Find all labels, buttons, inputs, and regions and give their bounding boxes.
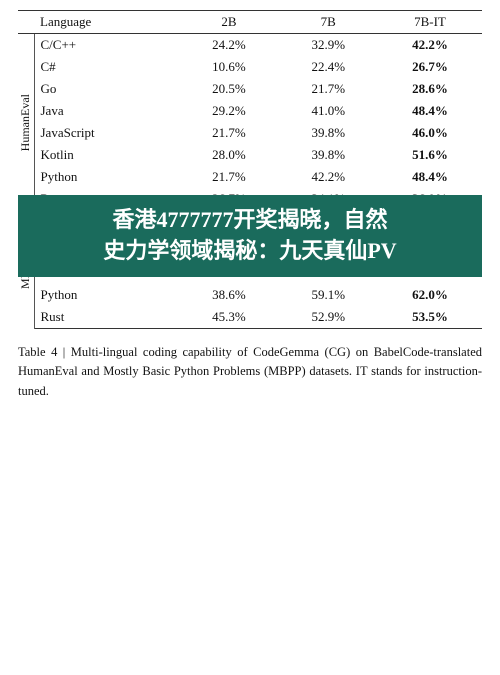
table-row: Java29.2%41.0%48.4% bbox=[18, 100, 482, 122]
advertisement-banner: 香港4777777开奖揭晓，自然 史力学领域揭秘：九天真仙PV bbox=[18, 195, 482, 277]
corner-empty bbox=[18, 11, 34, 34]
cell-7b: 39.8% bbox=[279, 144, 378, 166]
cell-7bit: 42.2% bbox=[378, 34, 482, 57]
cell-7bit: 28.6% bbox=[378, 78, 482, 100]
banner-line2: 史力学领域揭秘：九天真仙PV bbox=[30, 236, 470, 267]
cell-2b: 21.7% bbox=[179, 122, 278, 144]
cell-7bit: 53.5% bbox=[378, 306, 482, 329]
cell-2b: 10.6% bbox=[179, 56, 278, 78]
cell-language: C/C++ bbox=[34, 34, 179, 57]
cell-2b: 29.2% bbox=[179, 100, 278, 122]
cell-language: JavaScript bbox=[34, 122, 179, 144]
cell-2b: 20.5% bbox=[179, 78, 278, 100]
cell-2b: 21.7% bbox=[179, 166, 278, 188]
cell-language: Python bbox=[34, 166, 179, 188]
cell-language: Kotlin bbox=[34, 144, 179, 166]
cell-language: Rust bbox=[34, 306, 179, 329]
cell-7b: 59.1% bbox=[279, 284, 378, 306]
banner-line1: 香港4777777开奖揭晓，自然 bbox=[30, 205, 470, 236]
cell-7bit: 62.0% bbox=[378, 284, 482, 306]
table-row: JavaScript21.7%39.8%46.0% bbox=[18, 122, 482, 144]
cell-7bit: 46.0% bbox=[378, 122, 482, 144]
col-header-2b: 2B bbox=[179, 11, 278, 34]
cell-7b: 22.4% bbox=[279, 56, 378, 78]
table-row: HumanEvalC/C++24.2%32.9%42.2% bbox=[18, 34, 482, 57]
cell-language: Java bbox=[34, 100, 179, 122]
table-row: C#10.6%22.4%26.7% bbox=[18, 56, 482, 78]
table-row: Python21.7%42.2%48.4% bbox=[18, 166, 482, 188]
cell-2b: 45.3% bbox=[179, 306, 278, 329]
cell-7bit: 48.4% bbox=[378, 100, 482, 122]
col-header-7b: 7B bbox=[279, 11, 378, 34]
cell-2b: 24.2% bbox=[179, 34, 278, 57]
cell-2b: 28.0% bbox=[179, 144, 278, 166]
col-header-language: Language bbox=[34, 11, 179, 34]
table-row: Python38.6%59.1%62.0% bbox=[18, 284, 482, 306]
cell-7b: 21.7% bbox=[279, 78, 378, 100]
cell-7bit: 48.4% bbox=[378, 166, 482, 188]
table-caption: Table 4 | Multi-lingual coding capabilit… bbox=[18, 343, 482, 401]
table-row: Kotlin28.0%39.8%51.6% bbox=[18, 144, 482, 166]
data-table: Language 2B 7B 7B-IT HumanEvalC/C++24.2%… bbox=[18, 10, 482, 329]
table-row: Go20.5%21.7%28.6% bbox=[18, 78, 482, 100]
col-header-7bit: 7B-IT bbox=[378, 11, 482, 34]
cell-7bit: 51.6% bbox=[378, 144, 482, 166]
cell-language: C# bbox=[34, 56, 179, 78]
cell-2b: 38.6% bbox=[179, 284, 278, 306]
humeval-label: HumanEval bbox=[18, 34, 34, 211]
table-row: Rust45.3%52.9%53.5% bbox=[18, 306, 482, 329]
cell-7bit: 26.7% bbox=[378, 56, 482, 78]
cell-7b: 39.8% bbox=[279, 122, 378, 144]
cell-7b: 41.0% bbox=[279, 100, 378, 122]
cell-language: Go bbox=[34, 78, 179, 100]
cell-7b: 52.9% bbox=[279, 306, 378, 329]
cell-7b: 32.9% bbox=[279, 34, 378, 57]
cell-language: Python bbox=[34, 284, 179, 306]
cell-7b: 42.2% bbox=[279, 166, 378, 188]
